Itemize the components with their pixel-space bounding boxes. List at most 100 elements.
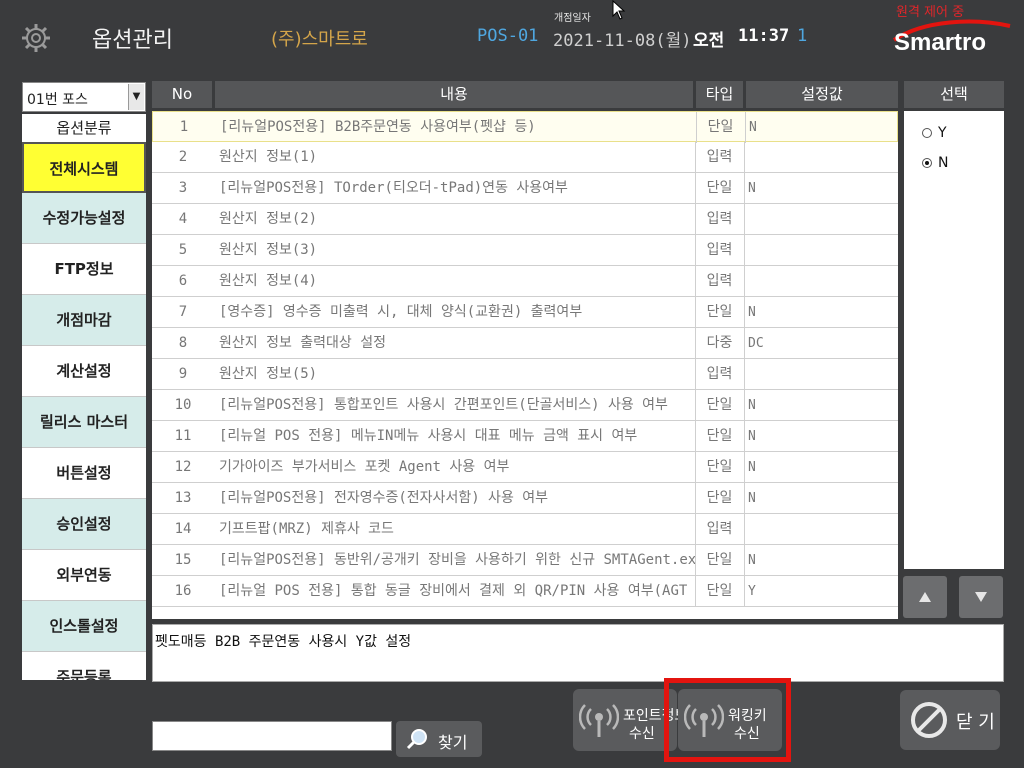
row-desc: [리뉴얼 POS 전용] 메뉴IN메뉴 사용시 대표 메뉴 금액 표시 여부 (219, 428, 638, 444)
row-type: 단일 (695, 545, 743, 576)
search-icon (406, 729, 427, 750)
table-row[interactable]: 1 [리뉴얼POS전용] B2B주문연동 사용여부(펫샵 등) 단일 N (152, 111, 898, 143)
page-title: 옵션관리 (92, 28, 173, 53)
table-row[interactable]: 11 [리뉴얼 POS 전용] 메뉴IN메뉴 사용시 대표 메뉴 금액 표시 여부… (152, 421, 898, 452)
row-type: 입력 (695, 235, 743, 266)
time-ampm: 오전 (693, 31, 725, 51)
search-input[interactable] (152, 721, 392, 751)
row-desc: 기가아이즈 부가서비스 포켓 Agent 사용 여부 (219, 459, 510, 475)
chevron-down-icon[interactable]: ▼ (128, 84, 144, 110)
radio-n[interactable]: N (922, 155, 948, 171)
row-desc: [리뉴얼POS전용] B2B주문연동 사용여부(펫샵 등) (220, 119, 536, 135)
row-no: 14 (174, 521, 192, 537)
row-value (744, 514, 898, 545)
radio-y-label: Y (938, 125, 947, 141)
row-no: 13 (174, 490, 192, 506)
table-row[interactable]: 13 [리뉴얼POS전용] 전자영수증(전자사서함) 사용 여부 단일 N (152, 483, 898, 514)
pos-select-value: 01번 포스 (27, 92, 88, 108)
open-date: 2021-11-08(월) (553, 31, 692, 51)
row-desc: 기프트팝(MRZ) 제휴사 코드 (219, 521, 394, 537)
options-table-header: No 내용 타입 설정값 (152, 81, 898, 108)
table-row[interactable]: 16 [리뉴얼 POS 전용] 통합 동글 장비에서 결제 외 QR/PIN 사용… (152, 576, 898, 607)
row-type: 단일 (696, 112, 744, 143)
option-description: 펫도매등 B2B 주문연동 사용시 Y값 설정 (152, 624, 1004, 682)
row-value: N (744, 421, 898, 452)
session-counter: 1 (797, 26, 808, 46)
row-type: 입력 (695, 204, 743, 235)
row-desc: 원산지 정보(5) (219, 366, 318, 382)
table-row[interactable]: 6 원산지 정보(4) 입력 (152, 266, 898, 297)
category-item-install[interactable]: 인스톨설정 (22, 601, 146, 652)
row-desc: 원산지 정보 출력대상 설정 (219, 335, 386, 351)
row-value: Y (744, 576, 898, 607)
broadcast-icon (579, 704, 619, 737)
row-desc: [리뉴얼POS전용] 동반위/공개키 장비을 사용하기 위한 신규 SMTAGe… (219, 552, 695, 568)
column-type: 타입 (696, 81, 743, 108)
options-table[interactable]: 1 [리뉴얼POS전용] B2B주문연동 사용여부(펫샵 등) 단일 N 2 원산지 정보… (152, 111, 898, 619)
row-type: 입력 (695, 514, 743, 545)
scroll-down-button[interactable] (959, 576, 1003, 618)
category-item-release-master[interactable]: 릴리스 마스터 (22, 397, 146, 448)
row-value: N (745, 112, 898, 143)
table-row[interactable]: 9 원산지 정보(5) 입력 (152, 359, 898, 390)
table-row[interactable]: 10 [리뉴얼POS전용] 통합포인트 사용시 간편포인트(단골서비스) 사용 여… (152, 390, 898, 421)
row-no: 3 (178, 180, 188, 196)
row-desc: [리뉴얼 POS 전용] 통합 동글 장비에서 결제 외 QR/PIN 사용 여… (219, 583, 688, 599)
triangle-down-icon (975, 592, 987, 602)
row-desc: [리뉴얼POS전용] 통합포인트 사용시 간편포인트(단골서비스) 사용 여부 (219, 397, 668, 413)
table-row[interactable]: 3 [리뉴얼POS전용] TOrder(티오더-tPad)연동 사용여부 단일 N (152, 173, 898, 204)
category-item-all-system[interactable]: 전체시스템 (22, 142, 146, 193)
category-item-checkout[interactable]: 계산설정 (22, 346, 146, 397)
category-item-order[interactable]: 주문등록 (22, 652, 146, 680)
row-type: 단일 (695, 576, 743, 607)
table-row[interactable]: 14 기프트팝(MRZ) 제휴사 코드 입력 (152, 514, 898, 545)
row-no: 9 (178, 366, 188, 382)
table-row[interactable]: 12 기가아이즈 부가서비스 포켓 Agent 사용 여부 단일 N (152, 452, 898, 483)
row-no: 15 (174, 552, 192, 568)
category-item-ftp[interactable]: FTP정보 (22, 244, 146, 295)
row-no: 5 (178, 242, 188, 258)
table-row[interactable]: 5 원산지 정보(3) 입력 (152, 235, 898, 266)
point-info-receive-button[interactable]: 포인트정보 수신 (573, 689, 687, 751)
selection-panel: Y N (904, 111, 1004, 569)
row-no: 11 (174, 428, 192, 444)
row-desc: [리뉴얼POS전용] TOrder(티오더-tPad)연동 사용여부 (219, 180, 568, 196)
point-info-line2: 수신 (629, 726, 655, 742)
radio-n-indicator[interactable] (922, 158, 932, 168)
table-row[interactable]: 2 원산지 정보(1) 입력 (152, 142, 898, 173)
open-date-label: 개점일자 (554, 13, 591, 24)
row-no: 7 (178, 304, 188, 320)
gear-icon[interactable] (20, 22, 52, 54)
row-type: 다중 (695, 328, 743, 359)
row-no: 16 (174, 583, 192, 599)
radio-y[interactable]: Y (922, 125, 947, 141)
radio-n-label: N (938, 155, 949, 171)
row-value: N (744, 452, 898, 483)
find-button[interactable]: 찾기 (396, 721, 482, 757)
radio-y-indicator[interactable] (922, 128, 932, 138)
category-item-external[interactable]: 외부연동 (22, 550, 146, 601)
company-name: (주)스마트로 (271, 29, 368, 50)
table-row[interactable]: 8 원산지 정보 출력대상 설정 다중 DC (152, 328, 898, 359)
close-button[interactable]: 닫 기 (900, 690, 1000, 750)
category-item-editable[interactable]: 수정가능설정 (22, 193, 146, 244)
category-item-open-close[interactable]: 개점마감 (22, 295, 146, 346)
row-no: 12 (174, 459, 192, 475)
pos-select-dropdown[interactable]: 01번 포스 ▼ (22, 82, 146, 112)
row-value: DC (744, 328, 898, 359)
category-header: 옵션분류 (22, 114, 146, 142)
row-value: N (744, 390, 898, 421)
table-row[interactable]: 15 [리뉴얼POS전용] 동반위/공개키 장비을 사용하기 위한 신규 SMTA… (152, 545, 898, 576)
column-value: 설정값 (746, 81, 898, 108)
current-time: 11:37 (738, 26, 790, 46)
row-no: 6 (178, 273, 188, 289)
row-type: 단일 (695, 173, 743, 204)
table-row[interactable]: 7 [영수증] 영수증 미출력 시, 대체 양식(교환권) 출력여부 단일 N (152, 297, 898, 328)
category-item-approval[interactable]: 승인설정 (22, 499, 146, 550)
row-value (744, 359, 898, 390)
scroll-up-button[interactable] (903, 576, 947, 618)
table-row[interactable]: 4 원산지 정보(2) 입력 (152, 204, 898, 235)
row-value (744, 266, 898, 297)
column-desc: 내용 (215, 81, 693, 108)
category-item-buttons[interactable]: 버튼설정 (22, 448, 146, 499)
